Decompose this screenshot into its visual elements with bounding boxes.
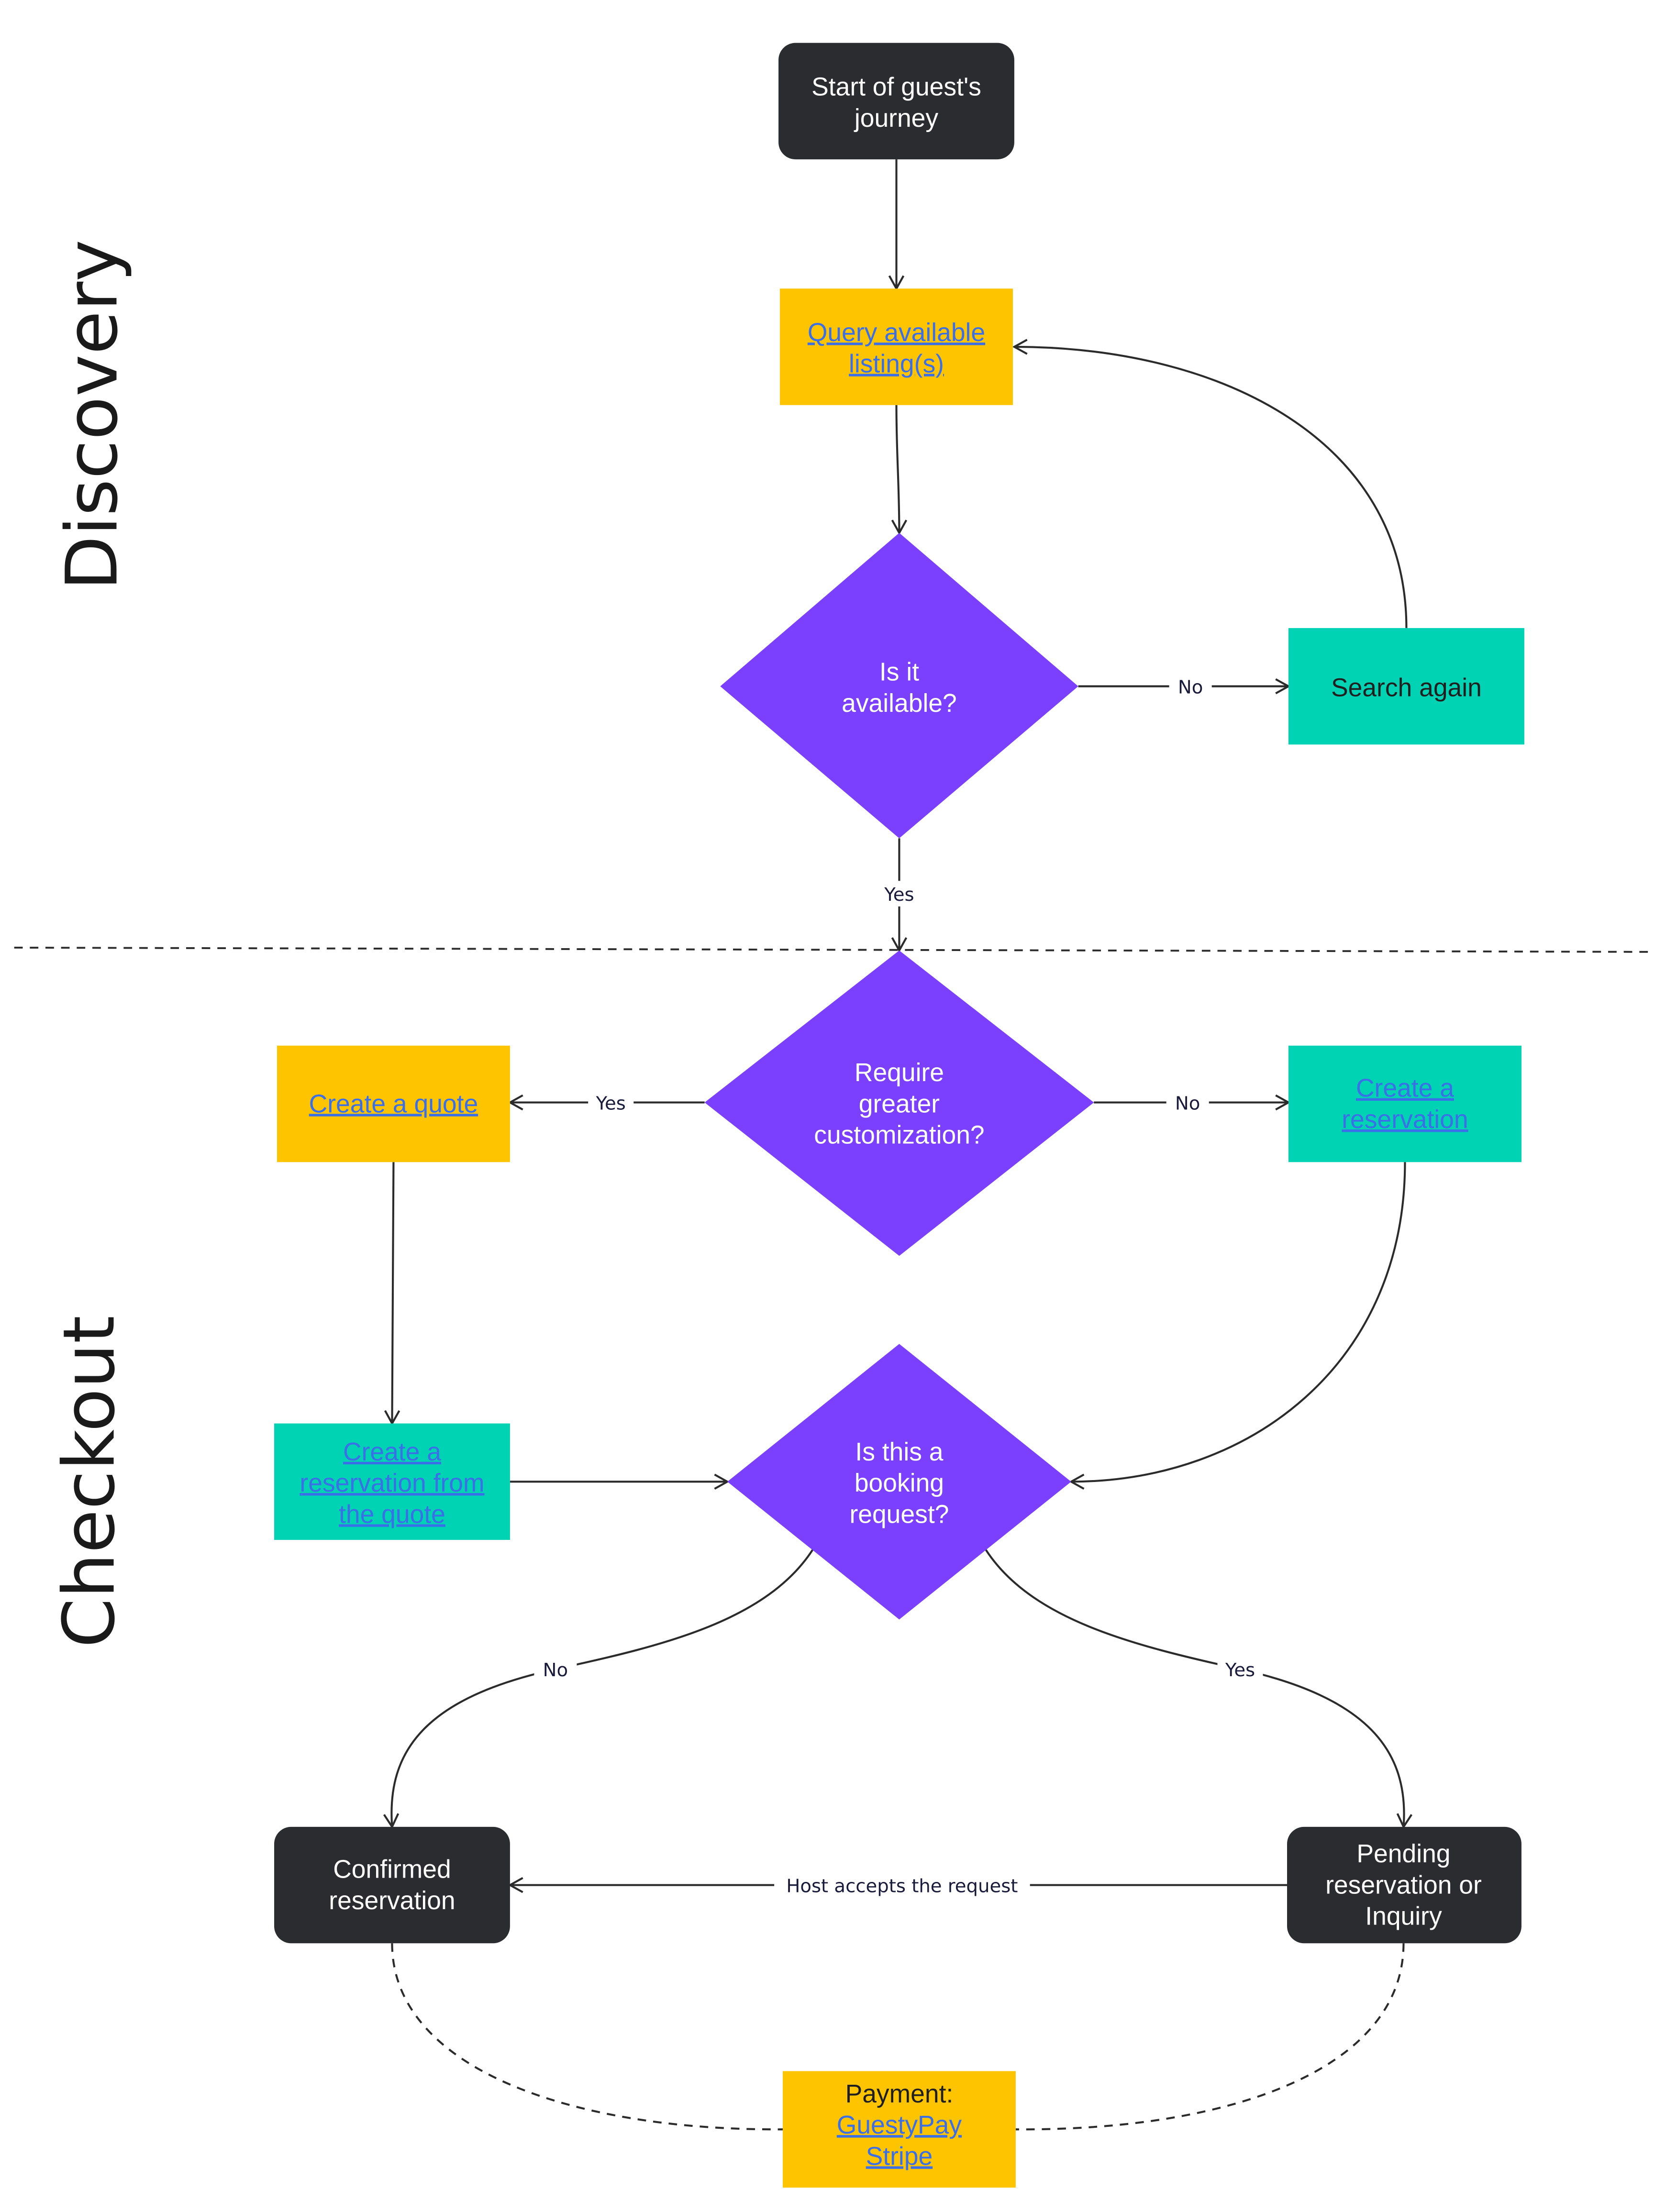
query-listings-link[interactable]: Query available [808,319,985,347]
svg-text:Is it: Is it [879,658,919,686]
stripe-link[interactable]: Stripe [866,2142,933,2170]
node-payment: Payment: GuestyPay Stripe [782,2071,1016,2188]
svg-text:customization?: customization? [814,1121,984,1150]
svg-text:Start of guest's: Start of guest's [811,73,981,101]
edge-label-yes: Yes [884,884,914,906]
reservation-from-quote-link[interactable]: reservation from [300,1469,484,1497]
edge-label-no: No [1175,1093,1200,1114]
svg-text:reservation: reservation [329,1887,455,1915]
svg-text:Require: Require [855,1059,944,1087]
svg-text:journey: journey [854,104,939,133]
edge-label-no: No [1178,676,1203,698]
node-search-again: Search again [1288,628,1524,745]
svg-text:booking: booking [855,1469,944,1497]
svg-text:Confirmed: Confirmed [333,1856,451,1884]
node-confirmed-reservation: Confirmed reservation [274,1826,510,1944]
edge-pending-payment [1015,1943,1405,2131]
edge-create-reservation-to-booking [1071,1162,1406,1482]
flowchart: Discovery Checkout No Yes Yes No No Yes … [14,43,1648,2188]
edge-label-host-accepts: Host accepts the request [786,1875,1018,1897]
svg-text:Pending: Pending [1356,1840,1450,1868]
edge-confirmed-payment [391,1943,783,2131]
node-create-reservation[interactable]: Create a reservation [1288,1045,1522,1162]
edge-search-again-to-query [1014,347,1408,628]
svg-text:available?: available? [842,689,957,718]
reservation-from-quote-link[interactable]: the quote [339,1500,445,1528]
svg-text:Inquiry: Inquiry [1365,1902,1442,1931]
decision-is-available: Is it available? [720,532,1078,839]
create-reservation-link[interactable]: reservation [1342,1106,1468,1134]
svg-text:Payment:: Payment: [845,2080,954,2108]
edge-query-to-available [897,405,900,533]
svg-text:Is this a: Is this a [855,1438,943,1466]
reservation-from-quote-link[interactable]: Create a [343,1438,441,1466]
section-label-discovery: Discovery [51,240,133,590]
edge-booking-yes [985,1549,1404,1827]
edge-quote-to-reservation [392,1162,393,1423]
node-reservation-from-quote[interactable]: Create a reservation from the quote [274,1423,510,1540]
section-divider [14,947,1648,953]
svg-text:request?: request? [849,1500,949,1528]
create-quote-link[interactable]: Create a quote [309,1090,478,1118]
create-reservation-link[interactable]: Create a [1356,1074,1454,1103]
node-create-quote[interactable]: Create a quote [277,1045,510,1162]
decision-is-booking-request: Is this a booking request? [727,1344,1071,1620]
decision-require-customization: Require greater customization? [704,950,1094,1256]
edge-label-no: No [543,1659,568,1681]
node-pending-reservation: Pending reservation or Inquiry [1287,1826,1522,1944]
node-query-listings[interactable]: Query available listing(s) [780,288,1013,405]
node-start: Start of guest's journey [778,43,1014,160]
svg-text:greater: greater [859,1090,940,1118]
guestypay-link[interactable]: GuestyPay [837,2111,962,2139]
svg-text:reservation or: reservation or [1325,1871,1482,1899]
query-listings-link[interactable]: listing(s) [849,350,944,378]
svg-text:Search again: Search again [1331,674,1482,702]
edge-booking-no [391,1549,814,1827]
edge-label-yes: Yes [596,1093,626,1114]
edge-label-yes: Yes [1225,1659,1255,1681]
section-label-checkout: Checkout [48,1316,131,1648]
